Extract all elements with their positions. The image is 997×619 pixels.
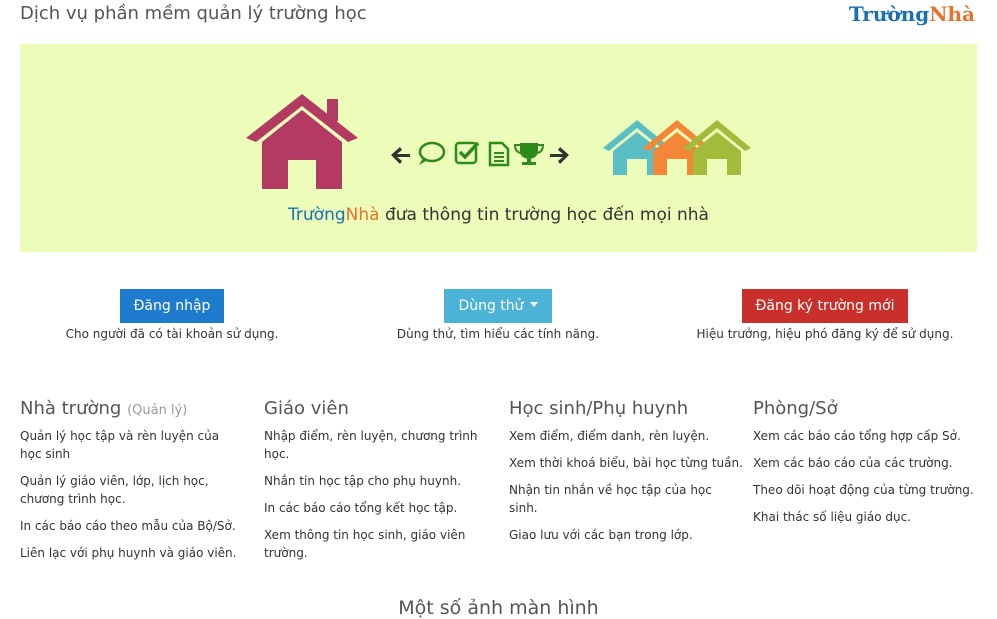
register-description: Hiệu trưởng, hiệu phó đăng ký để sử dụng… — [696, 327, 954, 341]
home-icon — [246, 94, 358, 189]
feature-item: Xem thông tin học sinh, giáo viên trường… — [264, 528, 466, 560]
feature-item: Nhận tin nhắn về học tập của học sinh. — [509, 483, 712, 515]
header: Dịch vụ phần mềm quản lý trường học Trườ… — [20, 0, 977, 36]
trial-button-label: Dùng thử — [458, 298, 524, 314]
check-square-icon — [454, 141, 480, 165]
tagline-text: đưa thông tin trường học đến mọi nhà — [379, 205, 709, 225]
tagline-brand-nha: Nhà — [345, 205, 380, 225]
register-school-button[interactable]: Đăng ký trường mới — [741, 289, 909, 323]
trial-description: Dùng thử, tìm hiểu các tính năng. — [396, 327, 600, 341]
login-description: Cho người đã có tài khoản sử dụng. — [65, 327, 279, 341]
trial-action: Dùng thử Dùng thử, tìm hiểu các tính năn… — [348, 289, 648, 341]
feature-column-department: Phòng/Sở Xem các báo cáo tổng hợp cấp Sở… — [753, 398, 983, 535]
feature-item: Theo dõi hoạt động của từng trường. — [753, 483, 974, 497]
feature-column-school: Nhà trường (Quản lý) Quản lý học tập và … — [20, 398, 240, 571]
page-title: Dịch vụ phần mềm quản lý trường học — [20, 3, 367, 24]
comment-icon — [418, 141, 446, 165]
logo[interactable]: TrườngNhà — [849, 2, 975, 26]
feature-item: Quản lý giáo viên, lớp, lịch học, chương… — [20, 474, 209, 506]
hero-banner: TrườngNhà đưa thông tin trường học đến m… — [20, 44, 977, 252]
feature-item: Xem các báo cáo tổng hợp cấp Sở. — [753, 429, 961, 443]
hero-tagline: TrườngNhà đưa thông tin trường học đến m… — [20, 205, 977, 225]
feature-column-teacher: Giáo viên Nhập điểm, rèn luyện, chương t… — [264, 398, 484, 571]
homes-group-icon — [603, 120, 751, 175]
feature-title: Giáo viên — [264, 398, 349, 419]
feature-item: In các báo cáo theo mẫu của Bộ/Sở. — [20, 519, 236, 533]
logo-text-nha: Nhà — [929, 2, 975, 26]
caret-down-icon — [529, 302, 538, 307]
feature-title: Nhà trường (Quản lý) — [20, 398, 240, 419]
arrow-right-icon — [550, 147, 569, 164]
feature-item: Xem điểm, điểm danh, rèn luyện. — [509, 429, 710, 443]
feature-item: Liên lạc với phụ huynh và giáo viên. — [20, 546, 237, 560]
feature-item: Xem các báo cáo của các trường. — [753, 456, 953, 470]
trial-dropdown-button[interactable]: Dùng thử — [444, 289, 552, 323]
feature-title-text: Nhà trường — [20, 398, 122, 419]
feature-title: Học sinh/Phụ huynh — [509, 398, 689, 419]
document-icon — [488, 141, 510, 167]
feature-title: Phòng/Sở — [753, 398, 838, 419]
login-button[interactable]: Đăng nhập — [119, 289, 225, 323]
logo-text-truong: Trường — [848, 2, 930, 26]
tagline-brand-truong: Trường — [288, 205, 346, 225]
feature-column-student-parent: Học sinh/Phụ huynh Xem điểm, điểm danh, … — [509, 398, 744, 553]
login-action: Đăng nhập Cho người đã có tài khoản sử d… — [22, 289, 322, 341]
feature-item: Giao lưu với các bạn trong lớp. — [509, 528, 693, 542]
feature-item: Xem thời khoá biểu, bài học từng tuần. — [509, 456, 743, 470]
feature-item: Quản lý học tập và rèn luyện của học sin… — [20, 429, 220, 461]
screenshots-section-title: Một số ảnh màn hình — [398, 597, 599, 619]
feature-item: Khai thác số liệu giáo dục. — [753, 510, 912, 524]
arrow-left-icon — [391, 147, 410, 164]
register-action: Đăng ký trường mới Hiệu trưởng, hiệu phó… — [675, 289, 975, 341]
feature-item: Nhập điểm, rèn luyện, chương trình học. — [264, 429, 478, 461]
feature-subtitle: (Quản lý) — [127, 403, 188, 418]
trophy-icon — [513, 143, 545, 165]
feature-item: Nhắn tin học tập cho phụ huynh. — [264, 474, 462, 488]
feature-item: In các báo cáo tổng kết học tập. — [264, 501, 458, 515]
